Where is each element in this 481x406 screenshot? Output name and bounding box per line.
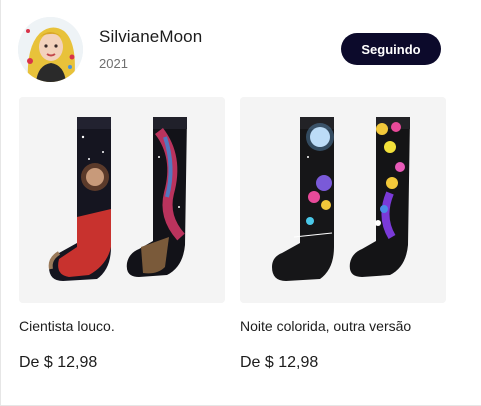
product-image[interactable] (19, 97, 225, 303)
socks-image (19, 97, 225, 303)
artist-username[interactable]: SilvianeMoon (99, 27, 202, 47)
artist-year: 2021 (99, 56, 128, 71)
socks-image (240, 97, 446, 303)
artist-card: SilvianeMoon 2021 Seguindo Cientista lou… (0, 0, 481, 406)
product-price: De $ 12,98 (240, 354, 319, 371)
product-card[interactable]: Cientista louco. De $ 12,98 (19, 97, 225, 372)
product-price: De $ 12,98 (19, 354, 98, 371)
avatar[interactable] (18, 17, 83, 82)
product-title[interactable]: Noite colorida, outra versão (240, 318, 446, 334)
product-image[interactable] (240, 97, 446, 303)
avatar-image (18, 17, 83, 82)
following-button[interactable]: Seguindo (341, 33, 441, 65)
product-card[interactable]: Noite colorida, outra versão De $ 12,98 (240, 97, 446, 372)
product-title[interactable]: Cientista louco. (19, 318, 225, 334)
